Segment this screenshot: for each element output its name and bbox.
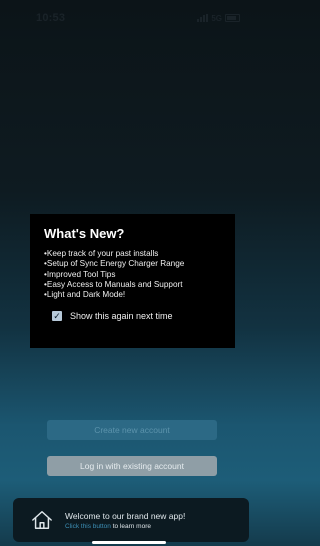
create-account-button[interactable]: Create new account	[47, 420, 217, 440]
banner-subtitle-rest: to learn more	[110, 522, 151, 530]
home-icon	[32, 511, 52, 529]
signal-icon	[197, 14, 209, 22]
feature-item: Improved Tool Tips	[44, 270, 221, 280]
status-time: 10:53	[36, 12, 66, 24]
status-bar: 10:53 5G	[0, 0, 258, 36]
feature-item: Setup of Sync Energy Charger Range	[44, 259, 221, 269]
whats-new-dialog: What's New? Keep track of your past inst…	[30, 214, 235, 348]
banner-title: Welcome to our brand new app!	[65, 510, 186, 521]
home-indicator[interactable]	[92, 541, 166, 544]
network-label: 5G	[211, 13, 222, 23]
banner-text: Welcome to our brand new app! Click this…	[65, 511, 185, 530]
show-again-row[interactable]: ✓ Show this again next time	[52, 311, 221, 322]
status-indicators: 5G	[197, 14, 240, 23]
battery-icon	[225, 14, 240, 22]
dialog-title: What's New?	[44, 226, 125, 241]
show-again-label[interactable]: Show this again next time	[70, 311, 173, 321]
login-button[interactable]: Log in with existing account	[47, 456, 217, 476]
feature-item: Keep track of your past installs	[44, 249, 221, 259]
show-again-checkbox[interactable]: ✓	[52, 311, 62, 322]
feature-item: Easy Access to Manuals and Support	[44, 280, 221, 290]
banner-subtitle: Click this button to learn more	[65, 523, 185, 530]
welcome-banner[interactable]: Welcome to our brand new app! Click this…	[13, 498, 249, 542]
feature-item: Light and Dark Mode!	[44, 290, 221, 300]
feature-list: Keep track of your past installs Setup o…	[44, 249, 221, 300]
learn-more-link[interactable]: Click this button	[65, 523, 111, 530]
